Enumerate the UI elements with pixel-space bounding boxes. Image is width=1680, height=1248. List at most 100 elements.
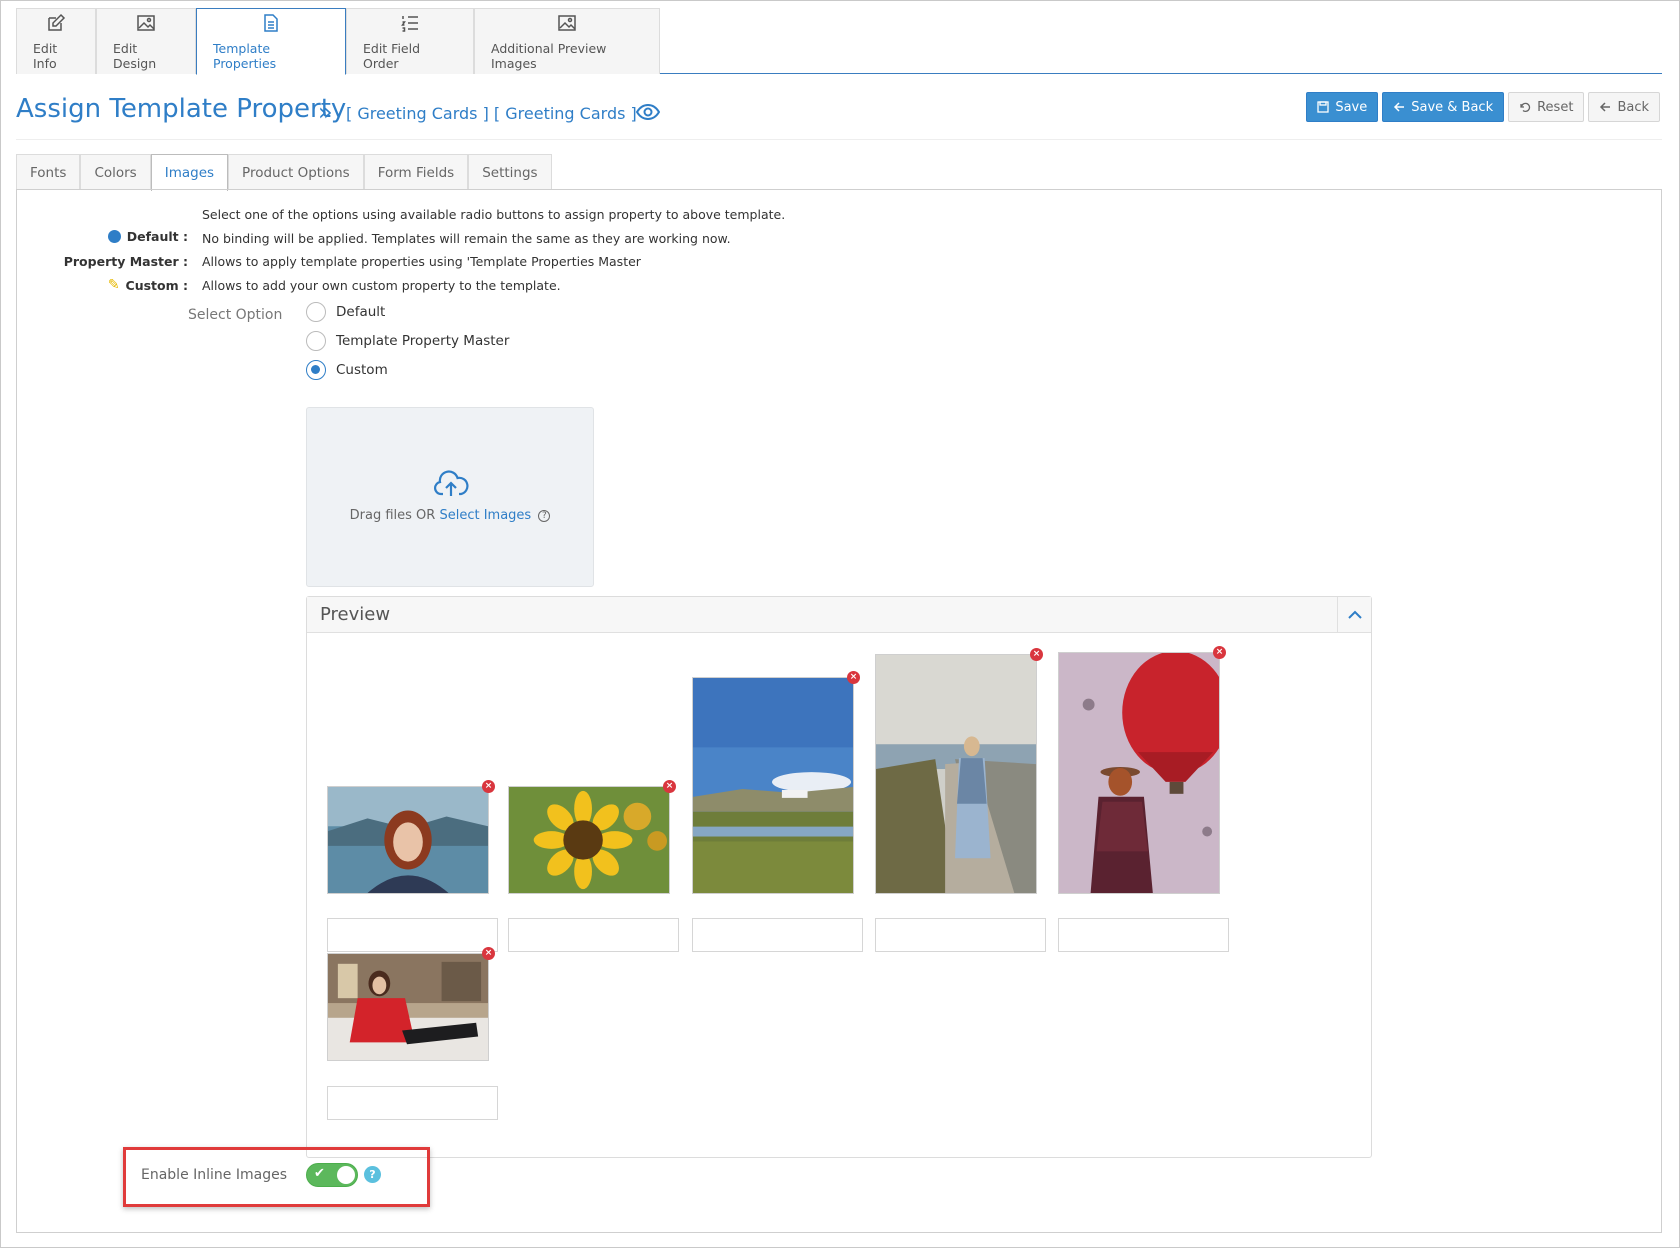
arrow-left-icon bbox=[1600, 102, 1611, 112]
save-back-label: Save & Back bbox=[1411, 99, 1494, 115]
remove-image-icon[interactable]: × bbox=[847, 671, 860, 684]
legend-intro: Select one of the options using availabl… bbox=[202, 207, 786, 222]
tab-product-options[interactable]: Product Options bbox=[228, 154, 364, 190]
radio-label: Custom bbox=[336, 362, 388, 378]
image-caption-input[interactable] bbox=[1058, 918, 1229, 952]
tab-label: Edit Info bbox=[33, 40, 58, 71]
back-button[interactable]: Back bbox=[1588, 92, 1660, 122]
preview-image[interactable]: × bbox=[875, 648, 1043, 894]
sub-tab-bar: Fonts Colors Images Product Options Form… bbox=[16, 154, 552, 191]
floppy-icon bbox=[1317, 101, 1329, 113]
cloud-upload-icon bbox=[434, 470, 469, 496]
legend-default-key: Default : bbox=[107, 229, 188, 244]
pencil-icon: ✎ bbox=[107, 277, 120, 293]
tab-additional-preview-images[interactable]: Additional Preview Images bbox=[474, 8, 660, 74]
preview-image[interactable]: × bbox=[327, 947, 495, 1061]
radio-button[interactable] bbox=[306, 302, 326, 322]
breadcrumb[interactable]: [ Greeting Cards ] [ Greeting Cards ] bbox=[346, 104, 637, 123]
radio-default[interactable]: Default bbox=[306, 302, 385, 322]
title-chevron: » bbox=[318, 98, 333, 126]
image-caption-input[interactable] bbox=[327, 1086, 498, 1120]
tab-edit-design[interactable]: Edit Design bbox=[96, 8, 196, 74]
radio-button[interactable] bbox=[306, 331, 326, 351]
tab-label: Edit Design bbox=[113, 40, 157, 71]
collapse-button[interactable] bbox=[1337, 597, 1371, 632]
image-caption-input[interactable] bbox=[875, 918, 1046, 952]
legend-default-desc: No binding will be applied. Templates wi… bbox=[202, 231, 731, 246]
radio-label: Default bbox=[336, 304, 386, 320]
select-images-link[interactable]: Select Images bbox=[439, 508, 531, 523]
legend-custom-label: Custom : bbox=[125, 277, 188, 293]
legend-master-key: Property Master : bbox=[64, 254, 188, 269]
coastal-path-photo bbox=[875, 654, 1037, 894]
radio-button[interactable] bbox=[306, 360, 326, 380]
enable-inline-images-toggle[interactable]: ✔ bbox=[306, 1163, 358, 1187]
reset-button[interactable]: Reset bbox=[1508, 92, 1585, 122]
portrait-photo bbox=[327, 786, 489, 894]
help-icon[interactable]: ? bbox=[364, 1166, 381, 1183]
tab-fonts[interactable]: Fonts bbox=[16, 154, 81, 190]
page-header: Assign Template Property » [ Greeting Ca… bbox=[16, 90, 1662, 138]
toggle-knob bbox=[337, 1166, 355, 1184]
document-icon bbox=[264, 13, 278, 32]
save-label: Save bbox=[1335, 99, 1368, 115]
preview-image[interactable]: × bbox=[327, 780, 495, 894]
arrow-left-icon bbox=[1394, 102, 1405, 112]
check-icon: ✔ bbox=[314, 1166, 325, 1181]
ordered-list-icon bbox=[401, 15, 418, 32]
image-caption-input[interactable] bbox=[327, 918, 498, 952]
save-back-button[interactable]: Save & Back bbox=[1382, 92, 1505, 122]
image-icon bbox=[558, 14, 576, 31]
remove-image-icon[interactable]: × bbox=[1213, 646, 1226, 659]
preview-image[interactable]: × bbox=[1058, 646, 1226, 894]
enable-inline-images-label: Enable Inline Images bbox=[141, 1167, 287, 1183]
legend-master-desc: Allows to apply template properties usin… bbox=[202, 254, 641, 269]
top-tab-bar: Edit Info Edit Design Template Propertie… bbox=[16, 8, 1662, 75]
tab-label: Template Properties bbox=[213, 40, 277, 71]
dropzone-text: Drag files OR Select Images ? bbox=[307, 508, 593, 523]
drag-files-text: Drag files OR bbox=[349, 508, 436, 523]
preview-header: Preview bbox=[307, 597, 1371, 633]
legend-master-label: Property Master : bbox=[63, 254, 188, 269]
help-icon[interactable]: ? bbox=[538, 509, 551, 522]
header-actions: Save Save & Back Reset Back bbox=[1306, 92, 1660, 122]
image-caption-input[interactable] bbox=[692, 918, 863, 952]
legend-custom-key: ✎ Custom : bbox=[108, 277, 188, 293]
preview-image[interactable]: × bbox=[692, 671, 860, 894]
remove-image-icon[interactable]: × bbox=[482, 780, 495, 793]
tab-colors[interactable]: Colors bbox=[80, 154, 151, 190]
red-jacket-photo bbox=[327, 953, 489, 1061]
tab-form-fields[interactable]: Form Fields bbox=[363, 154, 469, 190]
remove-image-icon[interactable]: × bbox=[482, 947, 495, 960]
landscape-photo bbox=[692, 677, 854, 894]
radio-label: Template Property Master bbox=[336, 333, 510, 349]
sunflower-photo bbox=[508, 786, 670, 894]
radio-template-property-master[interactable]: Template Property Master bbox=[306, 331, 509, 351]
tab-settings[interactable]: Settings bbox=[468, 154, 552, 190]
header-divider bbox=[16, 139, 1662, 140]
tab-label: Additional Preview Images bbox=[491, 40, 607, 71]
page-title: Assign Template Property bbox=[16, 94, 347, 124]
save-button[interactable]: Save bbox=[1306, 92, 1379, 122]
back-label: Back bbox=[1617, 99, 1649, 115]
tab-edit-field-order[interactable]: Edit Field Order bbox=[346, 8, 474, 74]
blue-dot-icon bbox=[107, 230, 121, 243]
edit-icon bbox=[48, 13, 66, 31]
tab-edit-info[interactable]: Edit Info bbox=[16, 8, 96, 74]
radio-custom[interactable]: Custom bbox=[306, 360, 388, 380]
tab-template-properties[interactable]: Template Properties bbox=[196, 8, 346, 75]
tab-images[interactable]: Images bbox=[150, 154, 229, 191]
remove-image-icon[interactable]: × bbox=[1030, 648, 1043, 661]
image-dropzone[interactable]: Drag files OR Select Images ? bbox=[306, 407, 594, 587]
chevron-up-icon bbox=[1347, 610, 1362, 619]
preview-image[interactable]: × bbox=[508, 780, 676, 894]
eye-icon[interactable] bbox=[636, 102, 660, 122]
legend-custom-desc: Allows to add your own custom property t… bbox=[202, 278, 561, 293]
hot-air-balloon-photo bbox=[1058, 652, 1220, 894]
remove-image-icon[interactable]: × bbox=[663, 780, 676, 793]
tab-label: Edit Field Order bbox=[363, 40, 421, 71]
undo-icon bbox=[1520, 102, 1531, 112]
preview-title: Preview bbox=[320, 604, 391, 625]
image-caption-input[interactable] bbox=[508, 918, 679, 952]
image-icon bbox=[137, 14, 155, 31]
